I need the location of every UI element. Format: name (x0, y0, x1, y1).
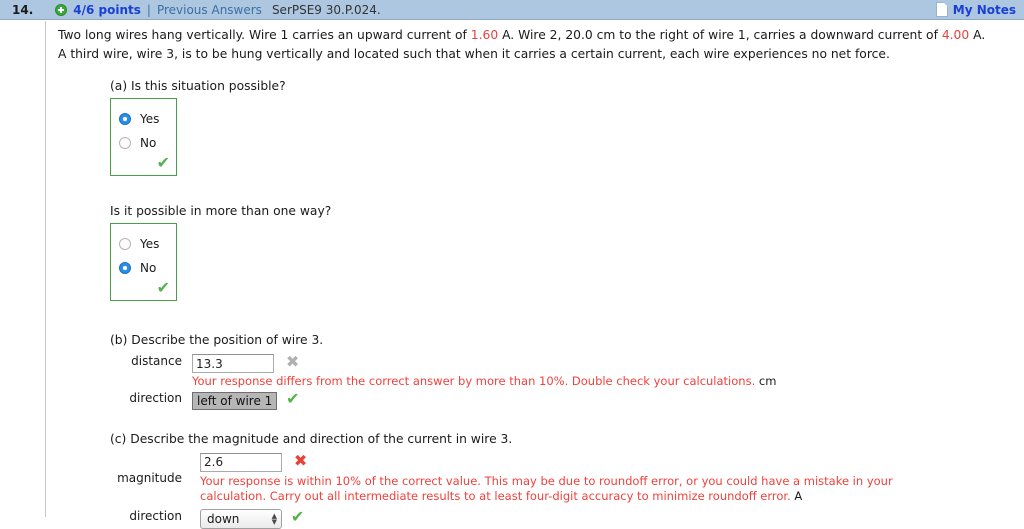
part-c-magnitude-error-text: Your response is within 10% of the corre… (200, 473, 893, 503)
question-line1-c: A. (969, 28, 986, 42)
check-icon: ✔ (290, 507, 305, 526)
part-b-answers: distance ✖ Your response differs from th… (110, 354, 1013, 410)
part-c-magnitude-error: Your response is within 10% of the corre… (200, 474, 960, 504)
question-content: Two long wires hang vertically. Wire 1 c… (58, 26, 1013, 529)
check-icon: ✔ (156, 153, 170, 172)
part-a2-option-yes[interactable]: Yes (111, 232, 176, 256)
my-notes-button[interactable]: My Notes (935, 2, 1016, 17)
part-c-magnitude-row: magnitude ✖ Your response is within 10% … (110, 450, 1013, 504)
question-number: 14. (12, 2, 34, 17)
left-margin-rule (45, 21, 46, 517)
current-wire1-value: 1.60 (470, 28, 499, 42)
question-line1-b: A. Wire 2, 20.0 cm to the right of wire … (498, 28, 942, 42)
question-header-bar: 14. 4/6 points | Previous Answers SerPSE… (0, 0, 1024, 20)
part-b-distance-label: distance (131, 354, 182, 368)
part-a-result: ✔ (111, 155, 176, 171)
problem-code: SerPSE9 30.P.024. (271, 2, 381, 17)
part-b-distance-row: distance ✖ Your response differs from th… (110, 354, 1013, 389)
question-line2: A third wire, wire 3, is to be hung vert… (58, 47, 890, 61)
part-a2-option-no[interactable]: No (111, 256, 176, 280)
current-direction-select[interactable]: down ▲ ▼ (200, 508, 282, 529)
part-b-prompt: (b) Describe the position of wire 3. (110, 333, 324, 347)
x-mark-icon: ✖ (285, 352, 300, 371)
radio-yes-selected-icon[interactable] (119, 113, 131, 125)
chevron-updown-icon: ▲ ▼ (271, 511, 277, 526)
part-b-distance-error-text: Your response differs from the correct a… (192, 374, 756, 388)
direction-readonly-select[interactable]: left of wire 1 (192, 391, 278, 410)
part-b-direction-label: direction (129, 391, 182, 405)
points-label: 4/6 points (73, 2, 141, 17)
question-statement: Two long wires hang vertically. Wire 1 c… (58, 26, 1010, 64)
my-notes-label: My Notes (952, 2, 1016, 17)
part-a-option-yes[interactable]: Yes (111, 107, 176, 131)
part-a2-radio-group: Yes No ✔ (110, 223, 177, 301)
part-a-option-yes-label: Yes (140, 112, 160, 126)
part-b-direction-row: direction left of wire 1 ✔ (110, 391, 1013, 410)
part-c-magnitude-label: magnitude (117, 470, 182, 485)
part-b-distance-error: Your response differs from the correct a… (192, 374, 1013, 389)
part-a2-option-no-label: No (140, 261, 157, 275)
part-c-direction-row: direction down ▲ ▼ ✔ (110, 507, 1013, 529)
part-a2-prompt: Is it possible in more than one way? (110, 204, 332, 218)
part-a-radio-group: Yes No ✔ (110, 98, 177, 176)
part-c-direction-label: direction (129, 508, 182, 523)
magnitude-input[interactable] (200, 452, 282, 472)
x-mark-icon: ✖ (293, 450, 308, 470)
distance-input[interactable] (192, 354, 274, 373)
radio-no-selected-icon[interactable] (119, 262, 131, 274)
radio-no-unselected-icon[interactable] (119, 137, 131, 149)
part-c-prompt: (c) Describe the magnitude and direction… (110, 431, 513, 446)
part-a2-option-yes-label: Yes (140, 237, 160, 251)
header-separator: | (146, 2, 151, 17)
radio-yes-unselected-icon[interactable] (119, 238, 131, 250)
check-icon: ✔ (286, 389, 300, 408)
previous-answers-link[interactable]: Previous Answers (157, 3, 262, 17)
part-c-answers: magnitude ✖ Your response is within 10% … (110, 450, 1013, 529)
note-page-icon (935, 2, 948, 17)
current-wire2-value: 4.00 (941, 28, 970, 42)
part-b-distance-unit: cm (758, 374, 777, 388)
part-a-option-no[interactable]: No (111, 131, 176, 155)
part-c-magnitude-unit: A (794, 488, 803, 503)
part-a-option-no-label: No (140, 136, 157, 150)
part-a-prompt: (a) Is this situation possible? (110, 79, 286, 93)
part-a2-result: ✔ (111, 280, 176, 296)
current-direction-value: down (207, 511, 240, 526)
plus-circle-icon[interactable] (55, 3, 68, 16)
question-line1-a: Two long wires hang vertically. Wire 1 c… (58, 28, 471, 42)
check-icon: ✔ (156, 278, 170, 297)
